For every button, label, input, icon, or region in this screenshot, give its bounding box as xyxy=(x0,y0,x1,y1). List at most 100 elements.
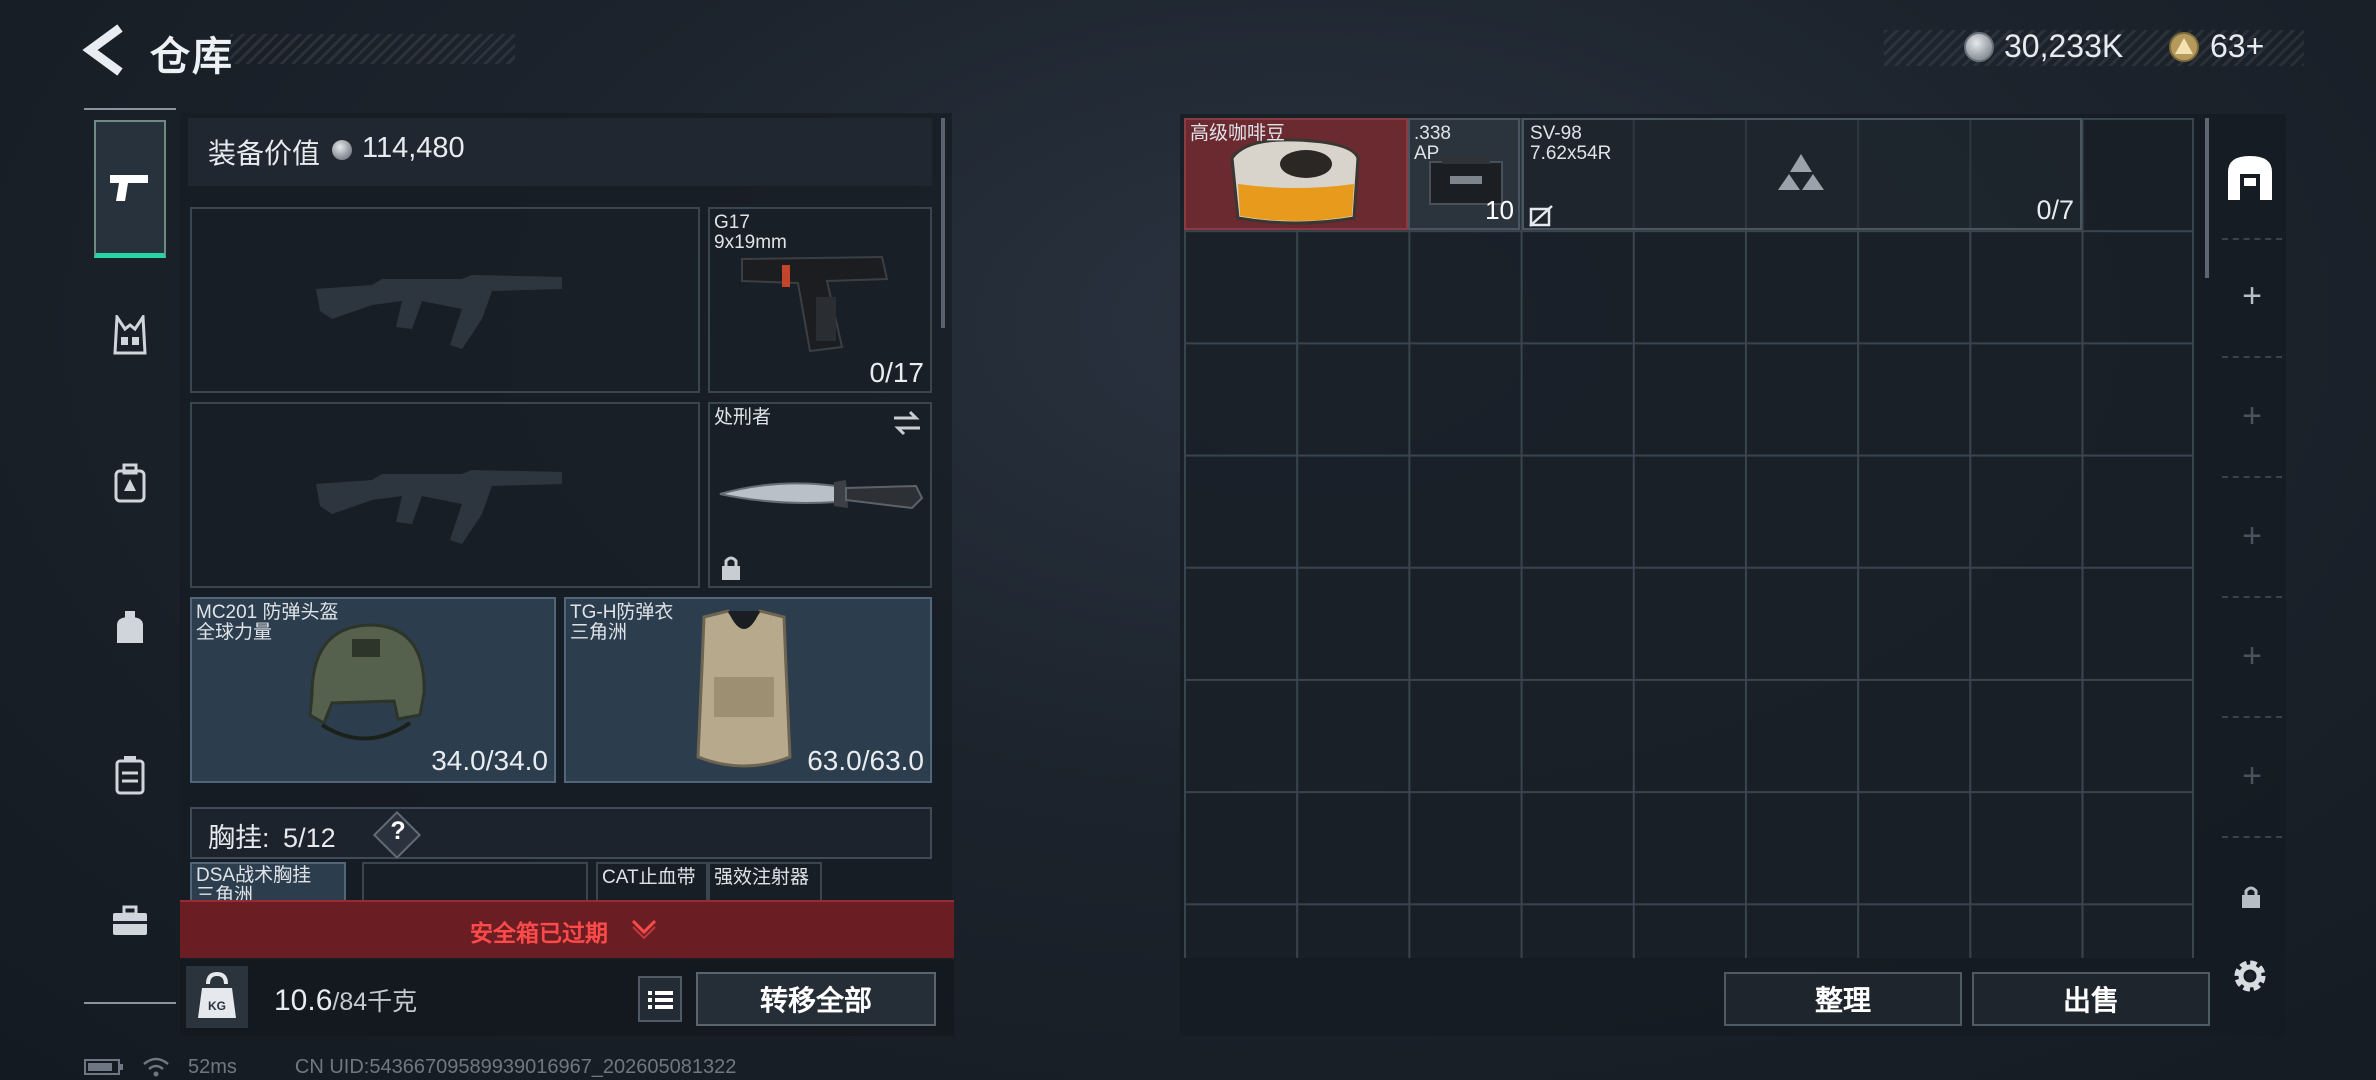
chest-rig-used: 5 xyxy=(283,823,299,853)
briefcase-icon xyxy=(113,905,147,935)
nav-divider-bottom xyxy=(84,1002,176,1004)
chest-rig-total: /12 xyxy=(298,823,336,853)
rig-slot-tourniquet[interactable]: CAT止血带 xyxy=(596,862,708,902)
back-button[interactable] xyxy=(80,22,128,78)
transfer-all-button[interactable]: 转移全部 xyxy=(696,972,936,1026)
user-uid: CN UID:54366709589939016967_202605081322 xyxy=(294,1055,737,1078)
storage-item-ammo-338[interactable]: .338 AP 10 xyxy=(1408,118,1520,230)
armor-brand: 三角洲 xyxy=(570,622,628,643)
weight-icon-box: KG xyxy=(186,966,248,1028)
helmet-brand: 全球力量 xyxy=(196,622,273,643)
rail-divider xyxy=(2222,356,2282,358)
coins-amount: 30,233K xyxy=(2004,28,2124,64)
helmet-durability: 34.0/34.0 xyxy=(431,745,548,776)
chest-rig-capacity: 胸挂: 5/12 xyxy=(208,816,336,855)
nav-tab-backpack[interactable] xyxy=(94,414,166,552)
storage-grid[interactable] xyxy=(1184,118,2194,958)
coin-icon xyxy=(332,140,352,160)
sv98-ammo: 0/7 xyxy=(2036,195,2074,225)
list-view-button[interactable] xyxy=(638,976,682,1022)
premium-amount: 63+ xyxy=(2210,28,2265,64)
rail-divider xyxy=(2222,836,2282,838)
rail-divider xyxy=(2222,716,2282,718)
item-name: SV-98 xyxy=(1530,123,1582,144)
ammo-caliber: .338 xyxy=(1414,123,1451,144)
carry-weight: 10.6/84千克 xyxy=(274,982,417,1018)
rig-item-name: DSA战术胸挂 xyxy=(196,865,312,886)
melee-name: 处刑者 xyxy=(714,407,772,428)
page-title: 仓库 xyxy=(150,35,234,79)
rifle-silhouette-icon xyxy=(316,470,562,544)
lock-icon xyxy=(2242,886,2260,908)
armor-name: TG-H防弹衣 xyxy=(570,602,674,623)
pouch-icon xyxy=(117,611,143,643)
nav-tab-safe-case[interactable] xyxy=(94,852,166,990)
carry-weight-max: /84千克 xyxy=(332,988,418,1016)
helmet-slot[interactable]: MC201 防弹头盔 全球力量 34.0/34.0 xyxy=(190,597,556,783)
add-storage-button-disabled: + xyxy=(2242,636,2262,675)
nav-tab-pouch[interactable] xyxy=(94,560,166,698)
title-decoration xyxy=(230,34,515,64)
add-storage-button-disabled: + xyxy=(2242,516,2262,555)
coin-icon xyxy=(1964,31,1994,62)
container-icon xyxy=(115,756,145,795)
add-storage-button[interactable]: + xyxy=(2236,277,2268,315)
add-storage-button-disabled: + xyxy=(2242,756,2262,795)
premium-coin-icon xyxy=(2168,31,2200,63)
melee-slot[interactable]: 处刑者 xyxy=(708,402,932,588)
glock-pistol-icon xyxy=(741,255,889,353)
carry-weight-value: 10.6 xyxy=(274,984,333,1017)
primary-weapon-slot-2[interactable] xyxy=(190,402,700,588)
nav-tab-weapons[interactable] xyxy=(94,120,166,258)
rifle-silhouette-icon xyxy=(316,275,562,349)
nav-tab-container[interactable] xyxy=(94,706,166,844)
pistol-name: G17 xyxy=(714,212,750,233)
swap-icon[interactable] xyxy=(892,410,922,436)
rig-item-name: CAT止血带 xyxy=(602,867,696,888)
nav-tab-chest-rig[interactable] xyxy=(94,266,166,404)
equipment-scrollbar[interactable] xyxy=(941,118,945,328)
rail-divider xyxy=(2222,476,2282,478)
chest-rig-label: 胸挂: xyxy=(208,823,270,853)
rig-slot-injector[interactable]: 强效注射器 xyxy=(708,862,822,902)
lock-icon xyxy=(722,556,740,580)
equipment-value-label: 装备价值 xyxy=(208,138,321,169)
add-storage-button-disabled: + xyxy=(2242,396,2262,435)
item-caliber: 7.62x54R xyxy=(1530,143,1612,164)
body-armor-icon xyxy=(696,609,792,768)
delta-logo-icon xyxy=(1778,154,1824,190)
back-arrow-icon xyxy=(82,24,123,76)
help-icon: ? xyxy=(390,817,406,845)
no-ammo-icon xyxy=(1529,205,1553,227)
svg-text:KG: KG xyxy=(208,999,226,1013)
primary-weapon-slot-1[interactable] xyxy=(190,207,700,393)
settings-gear-icon[interactable] xyxy=(2228,954,2272,998)
safebox-expired-text: 安全箱已过期 xyxy=(470,920,608,946)
storage-item-sv98[interactable]: SV-98 7.62x54R 0/7 xyxy=(1522,118,2082,230)
kettlebell-icon: KG xyxy=(198,971,236,1018)
status-bar: 52ms CN UID:54366709589939016967_2026050… xyxy=(84,1054,736,1080)
backpack-icon xyxy=(114,463,146,503)
helmet-icon xyxy=(308,623,426,741)
network-ping: 52ms xyxy=(188,1055,237,1078)
knife-icon xyxy=(719,480,924,510)
wifi-icon xyxy=(143,1057,169,1077)
nav-divider-top xyxy=(84,108,176,110)
pistol-icon xyxy=(110,174,148,201)
body-armor-slot[interactable]: TG-H防弹衣 三角洲 63.0/63.0 xyxy=(564,597,932,783)
sort-button[interactable]: 整理 xyxy=(1724,972,1962,1026)
rail-divider xyxy=(2222,238,2282,240)
item-name: 高级咖啡豆 xyxy=(1190,123,1286,144)
storage-scrollbar[interactable] xyxy=(2205,118,2209,278)
rig-slot-chest-rig[interactable]: DSA战术胸挂 三角洲 xyxy=(190,862,346,906)
pistol-ammo: 0/17 xyxy=(869,357,925,388)
rail-divider xyxy=(2222,596,2282,598)
storage-container-icon[interactable] xyxy=(2224,152,2276,204)
currency-coins[interactable]: 30,233K xyxy=(1964,28,2123,65)
currency-premium[interactable]: 63+ xyxy=(2168,28,2264,65)
battery-icon xyxy=(84,1059,123,1075)
pistol-slot[interactable]: G17 9x19mm 0/17 xyxy=(708,207,932,393)
storage-item-coffee-beans[interactable]: 高级咖啡豆 xyxy=(1184,118,1408,230)
sell-button[interactable]: 出售 xyxy=(1972,972,2210,1026)
rig-slot-empty[interactable] xyxy=(362,862,588,902)
